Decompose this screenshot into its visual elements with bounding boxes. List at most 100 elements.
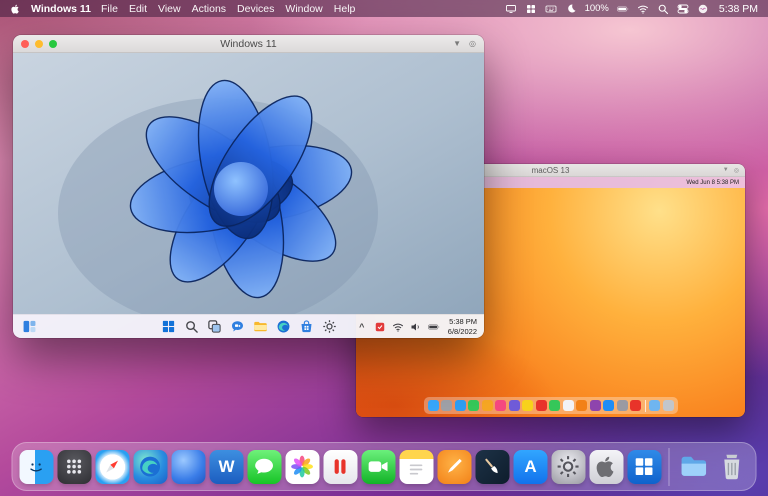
- battery-icon[interactable]: [617, 3, 629, 15]
- dock-windows-11-icon[interactable]: [628, 450, 662, 484]
- dock-facetime-icon[interactable]: [362, 450, 396, 484]
- taskbar-system-tray: ^ 5:38 PM 6/8/2022: [355, 317, 477, 336]
- vm-dock: [424, 397, 678, 414]
- menu-window[interactable]: Window: [285, 3, 322, 15]
- vm-dock-app-icon[interactable]: [603, 400, 614, 411]
- status-display-icon[interactable]: [505, 3, 517, 15]
- taskbar-settings-icon[interactable]: [320, 317, 339, 336]
- tray-network-icon[interactable]: [391, 320, 405, 334]
- dock-notes-icon[interactable]: [400, 450, 434, 484]
- dock-app-store-glyph: A: [524, 458, 536, 475]
- vm-dock-app-icon[interactable]: [468, 400, 479, 411]
- status-control-center-icon[interactable]: [677, 3, 689, 15]
- dock-safari-icon[interactable]: [96, 450, 130, 484]
- taskbar-clock[interactable]: 5:38 PM 6/8/2022: [448, 317, 477, 336]
- menu-clock[interactable]: 5:38 PM: [719, 3, 758, 15]
- dock-photos-icon[interactable]: [286, 450, 320, 484]
- vm-dock-app-icon[interactable]: [522, 400, 533, 411]
- dock-launchpad-icon[interactable]: [58, 450, 92, 484]
- vm-dock-app-icon[interactable]: [509, 400, 520, 411]
- menu-status-area: 100% 5:38 PM: [505, 3, 758, 15]
- vm-dock-divider: [645, 400, 646, 412]
- dock-apple-app-icon[interactable]: [590, 450, 624, 484]
- dock-downloads-folder-icon[interactable]: [677, 450, 711, 484]
- battery-percentage: 100%: [585, 3, 609, 14]
- windows-vm-titlebar[interactable]: Windows 11 ▼ ◎: [13, 35, 484, 53]
- menu-actions[interactable]: Actions: [192, 3, 226, 15]
- dock-finder-icon[interactable]: [20, 450, 54, 484]
- vm-dock-app-icon[interactable]: [495, 400, 506, 411]
- dock-divider: [669, 448, 670, 486]
- status-moon-icon[interactable]: [565, 3, 577, 15]
- widgets-button[interactable]: [20, 317, 39, 336]
- windows-desktop-wallpaper: [13, 53, 484, 314]
- taskbar-store-icon[interactable]: [297, 317, 316, 336]
- dock-messages-icon[interactable]: [248, 450, 282, 484]
- menu-file[interactable]: File: [101, 3, 118, 15]
- vm-dock-app-icon[interactable]: [663, 400, 674, 411]
- vm-dock-app-icon[interactable]: [441, 400, 452, 411]
- vm-dock-app-icon[interactable]: [563, 400, 574, 411]
- windows-taskbar: ^ 5:38 PM 6/8/2022: [13, 314, 484, 338]
- dock-app-store-icon[interactable]: A: [514, 450, 548, 484]
- view-dropdown-icon[interactable]: ▼: [723, 167, 729, 173]
- menu-help[interactable]: Help: [334, 3, 356, 15]
- parallels-status-icon[interactable]: ◎: [734, 167, 739, 174]
- vm-dock-app-icon[interactable]: [549, 400, 560, 411]
- tray-security-icon[interactable]: [373, 320, 387, 334]
- dock-pixelmator-icon[interactable]: [476, 450, 510, 484]
- dock-trash-icon[interactable]: [715, 450, 749, 484]
- dock-pages-icon[interactable]: [438, 450, 472, 484]
- vm-dock-app-icon[interactable]: [455, 400, 466, 411]
- menu-view[interactable]: View: [158, 3, 181, 15]
- status-siri-icon[interactable]: [697, 3, 709, 15]
- taskbar-search-icon[interactable]: [182, 317, 201, 336]
- apple-menu-icon[interactable]: [10, 3, 21, 15]
- taskbar-pinned-apps: [159, 317, 339, 336]
- window-title: Windows 11: [13, 38, 484, 50]
- tray-volume-icon[interactable]: [409, 320, 423, 334]
- minimize-button[interactable]: [35, 40, 43, 48]
- dock-parallels-icon[interactable]: [324, 450, 358, 484]
- desktop: Windows 11 File Edit View Actions Devices Win…: [0, 0, 768, 496]
- vm-dock-app-icon[interactable]: [630, 400, 641, 411]
- status-keyboard-icon[interactable]: [545, 3, 557, 15]
- dock-word-icon[interactable]: W: [210, 450, 244, 484]
- menu-bar: Windows 11 File Edit View Actions Devices Win…: [0, 0, 768, 17]
- vm-dock-app-icon[interactable]: [536, 400, 547, 411]
- status-search-icon[interactable]: [657, 3, 669, 15]
- vm-dock-app-icon[interactable]: [617, 400, 628, 411]
- dock-browser-orb-icon[interactable]: [172, 450, 206, 484]
- tray-chevron-up-icon[interactable]: ^: [355, 320, 369, 334]
- vm-dock-app-icon[interactable]: [482, 400, 493, 411]
- parallels-status-icon[interactable]: ◎: [469, 39, 476, 48]
- window-traffic-lights: [21, 40, 57, 48]
- menu-devices[interactable]: Devices: [237, 3, 274, 15]
- dock-word-glyph: W: [218, 458, 234, 475]
- taskbar-file-explorer-icon[interactable]: [251, 317, 270, 336]
- zoom-button[interactable]: [49, 40, 57, 48]
- vm-dock-app-icon[interactable]: [590, 400, 601, 411]
- status-wifi-icon[interactable]: [637, 3, 649, 15]
- view-dropdown-icon[interactable]: ▼: [453, 39, 461, 48]
- active-app-name[interactable]: Windows 11: [31, 3, 91, 15]
- menu-edit[interactable]: Edit: [129, 3, 147, 15]
- vm-dock-app-icon[interactable]: [649, 400, 660, 411]
- close-button[interactable]: [21, 40, 29, 48]
- titlebar-controls: ▼ ◎: [723, 167, 739, 174]
- taskbar-start-icon[interactable]: [159, 317, 178, 336]
- windows-bloom-art: [13, 53, 484, 314]
- status-apps-grid-icon[interactable]: [525, 3, 537, 15]
- vm-dock-app-icon[interactable]: [428, 400, 439, 411]
- taskbar-edge-icon[interactable]: [274, 317, 293, 336]
- dock: WA: [12, 442, 757, 491]
- dock-edge-icon[interactable]: [134, 450, 168, 484]
- vm-menu-clock[interactable]: Wed Jun 8 5:38 PM: [686, 180, 739, 186]
- taskbar-task-view-icon[interactable]: [205, 317, 224, 336]
- vm-dock-app-icon[interactable]: [576, 400, 587, 411]
- tray-battery-icon[interactable]: [427, 320, 441, 334]
- dock-system-settings-icon[interactable]: [552, 450, 586, 484]
- windows-11-vm-window[interactable]: Windows 11 ▼ ◎: [13, 35, 484, 338]
- titlebar-controls: ▼ ◎: [453, 39, 476, 48]
- taskbar-chat-icon[interactable]: [228, 317, 247, 336]
